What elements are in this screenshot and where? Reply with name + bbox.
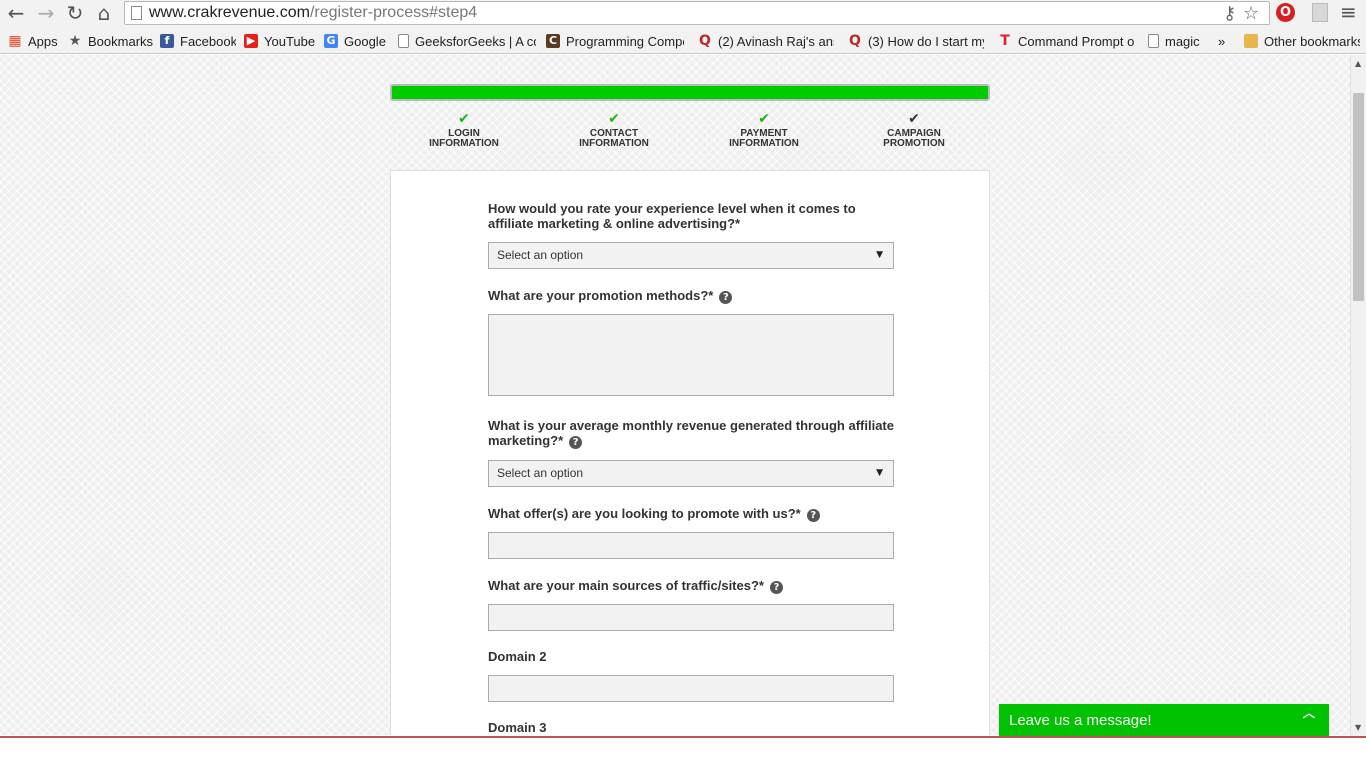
offers-input[interactable] — [488, 532, 894, 559]
bookmark-item[interactable]: magic — [1148, 32, 1202, 50]
codechef-icon: C — [546, 34, 560, 48]
form-card: How would you rate your experience level… — [390, 170, 990, 735]
extension-icon[interactable] — [1312, 3, 1328, 22]
step-campaign: ✔ CAMPAIGN PROMOTION — [854, 112, 974, 149]
step-login: ✔ LOGIN INFORMATION — [404, 112, 524, 149]
apps-grid-icon: ▦ — [8, 33, 22, 49]
progress-bar — [390, 84, 990, 101]
bookmark-item[interactable]: f Facebook — [160, 32, 236, 50]
traffic-input[interactable] — [488, 604, 894, 631]
bookmark-item[interactable]: T Command Prompt op — [998, 32, 1134, 50]
page-icon — [131, 6, 142, 20]
revenue-select[interactable]: Select an option ▼ — [488, 460, 894, 487]
check-icon: ✔ — [758, 111, 770, 127]
star-bookmark-icon[interactable]: ☆ — [1243, 3, 1259, 24]
back-arrow-icon[interactable]: ← — [4, 2, 28, 24]
experience-label: How would you rate your experience level… — [488, 201, 856, 231]
check-icon: ✔ — [458, 111, 470, 127]
help-icon[interactable]: ? — [806, 509, 820, 522]
facebook-icon: f — [160, 34, 174, 48]
adblock-extension-icon[interactable]: O — [1276, 3, 1295, 22]
page-icon — [1148, 34, 1159, 48]
step-payment: ✔ PAYMENT INFORMATION — [704, 112, 824, 149]
traffic-label: What are your main sources of traffic/si… — [488, 578, 898, 594]
scroll-down-icon[interactable]: ▼ — [1355, 723, 1361, 732]
status-line — [0, 736, 1366, 738]
url-bar[interactable]: www.crakrevenue.com/register-process#ste… — [124, 1, 1270, 25]
key-icon[interactable]: ⚷ — [1223, 3, 1236, 24]
bookmark-item[interactable]: ▶ YouTube — [244, 32, 316, 50]
forward-arrow-icon[interactable]: → — [34, 2, 58, 24]
star-icon: ★ — [68, 33, 82, 49]
help-icon[interactable]: ? — [769, 581, 783, 594]
dropdown-arrow-icon: ▼ — [876, 468, 883, 478]
bookmark-item[interactable]: Q (3) How do I start my — [848, 32, 984, 50]
scroll-thumb[interactable] — [1353, 93, 1364, 301]
domain2-input[interactable] — [488, 675, 894, 702]
promotion-methods-label: What are your promotion methods?*? — [488, 288, 898, 304]
google-icon: G — [324, 34, 338, 48]
menu-icon[interactable]: ≡ — [1340, 0, 1357, 24]
quora-icon: Q — [849, 33, 861, 49]
bookmark-item[interactable]: ★ Bookmarks — [68, 32, 154, 50]
promotion-methods-textarea[interactable] — [488, 314, 894, 396]
address-bar-row: ← → ↻ ⌂ www.crakrevenue.com/register-pro… — [0, 0, 1366, 27]
youtube-icon: ▶ — [244, 34, 258, 48]
chat-widget[interactable]: Leave us a message! ︿ — [999, 704, 1329, 736]
folder-icon — [1244, 34, 1258, 48]
url-text: www.crakrevenue.com/register-process#ste… — [149, 4, 478, 21]
page-icon — [398, 34, 409, 48]
domain3-label: Domain 3 — [488, 720, 547, 735]
page-content: ✔ LOGIN INFORMATION ✔ CONTACT INFORMATION … — [0, 55, 1350, 735]
help-icon[interactable]: ? — [569, 436, 583, 449]
offers-label: What offer(s) are you looking to promote… — [488, 506, 898, 522]
vertical-scrollbar[interactable]: ▲ ▼ — [1350, 55, 1366, 736]
quora-icon: Q — [699, 33, 711, 49]
bookmark-item[interactable]: » — [1218, 32, 1232, 50]
bookmark-item[interactable]: Q(2) Avinash Raj's answ — [698, 32, 834, 50]
scroll-up-icon[interactable]: ▲ — [1355, 59, 1361, 68]
bookmark-item[interactable]: C Programming Compe — [546, 32, 684, 50]
check-icon: ✔ — [908, 111, 920, 127]
tutorial-icon: T — [1000, 33, 1010, 49]
step-contact: ✔ CONTACT INFORMATION — [554, 112, 674, 149]
domain2-label: Domain 2 — [488, 649, 547, 664]
bookmark-item[interactable]: Other bookmarks — [1244, 32, 1360, 50]
bookmark-item[interactable]: GeeksforGeeks | A com — [398, 32, 536, 50]
browser-window: ← → ↻ ⌂ www.crakrevenue.com/register-pro… — [0, 0, 1366, 768]
reload-icon[interactable]: ↻ — [63, 2, 87, 24]
dropdown-arrow-icon: ▼ — [876, 250, 883, 260]
bookmark-item[interactable]: ▦ Apps — [8, 32, 60, 50]
revenue-label: What is your average monthly revenue gen… — [488, 418, 894, 449]
check-icon: ✔ — [608, 111, 620, 127]
bookmark-item[interactable]: G Google — [324, 32, 390, 50]
help-icon[interactable]: ? — [719, 291, 733, 304]
home-icon[interactable]: ⌂ — [92, 2, 116, 24]
bookmarks-bar: ▦ Apps ★ Bookmarks f Facebook ▶ YouTube G Google G… — [0, 27, 1366, 54]
experience-select[interactable]: Select an option ▼ — [488, 242, 894, 269]
chevron-up-icon[interactable]: ︿ — [1303, 704, 1315, 721]
